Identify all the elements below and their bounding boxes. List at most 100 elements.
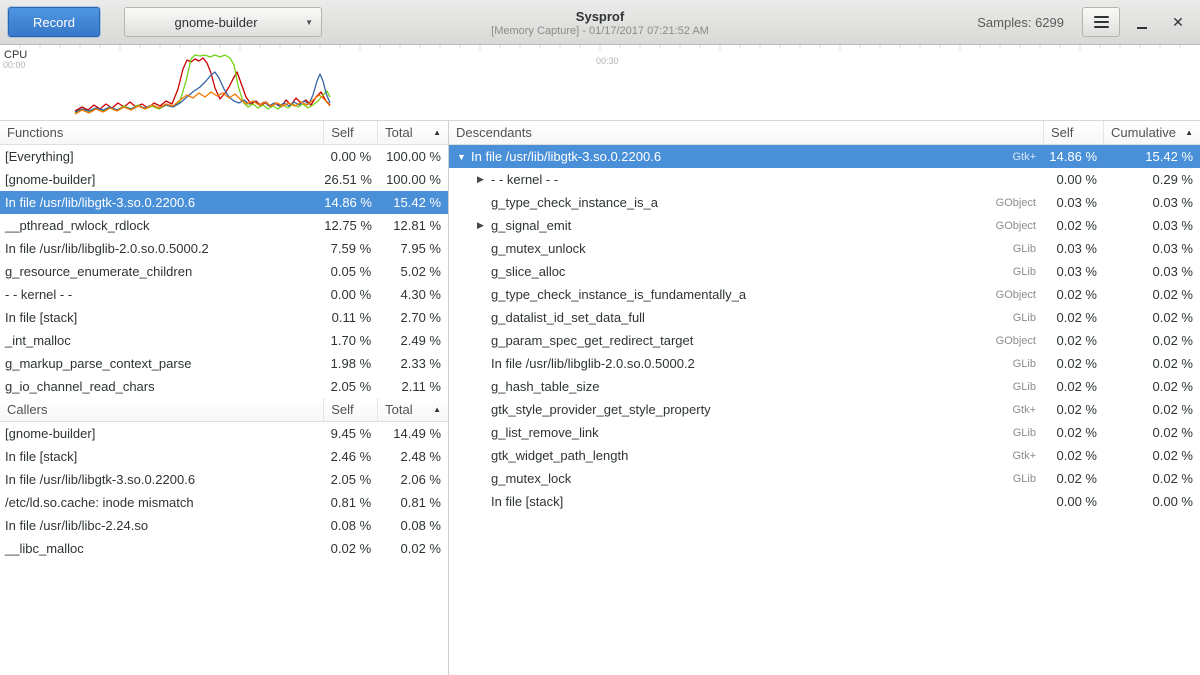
functions-column-header[interactable]: Functions — [0, 121, 324, 144]
table-row[interactable]: In file [stack]0.11 %2.70 % — [0, 306, 448, 329]
menu-button[interactable] — [1082, 7, 1120, 37]
table-row[interactable]: g_mutex_unlockGLib0.03 %0.03 % — [449, 237, 1200, 260]
category-label: GLib — [974, 381, 1044, 393]
function-name: gtk_widget_path_length — [491, 448, 628, 463]
table-row[interactable]: gtk_style_provider_get_style_propertyGtk… — [449, 398, 1200, 421]
function-name: __libc_malloc — [0, 541, 324, 556]
callers-total-column-header[interactable]: Total ▲ — [378, 398, 448, 421]
self-value: 1.98 % — [324, 356, 378, 371]
function-name: g_type_check_instance_is_fundamentally_a — [491, 287, 746, 302]
function-name: __pthread_rwlock_rdlock — [0, 218, 324, 233]
table-row[interactable]: g_type_check_instance_is_aGObject0.03 %0… — [449, 191, 1200, 214]
table-row[interactable]: g_markup_parse_context_parse1.98 %2.33 % — [0, 352, 448, 375]
close-button[interactable]: ✕ — [1164, 7, 1192, 37]
table-row[interactable]: In file /usr/lib/libc-2.24.so0.08 %0.08 … — [0, 514, 448, 537]
minimize-button[interactable] — [1128, 7, 1156, 37]
cumulative-value: 0.02 % — [1104, 356, 1200, 371]
category-label: GLib — [974, 243, 1044, 255]
function-name: [gnome-builder] — [0, 172, 324, 187]
table-row[interactable]: g_datalist_id_set_data_fullGLib0.02 %0.0… — [449, 306, 1200, 329]
total-value: 2.49 % — [378, 333, 448, 348]
function-name: In file [stack] — [0, 310, 324, 325]
table-row[interactable]: In file /usr/lib/libglib-2.0.so.0.5000.2… — [0, 237, 448, 260]
table-row[interactable]: ▶- - kernel - -0.00 %0.29 % — [449, 168, 1200, 191]
descendants-cumulative-column-header[interactable]: Cumulative ▲ — [1104, 121, 1200, 144]
category-label: GLib — [974, 266, 1044, 278]
cumulative-value: 0.02 % — [1104, 402, 1200, 417]
record-button[interactable]: Record — [8, 7, 100, 37]
functions-self-column-header[interactable]: Self — [324, 121, 378, 144]
table-row[interactable]: g_type_check_instance_is_fundamentally_a… — [449, 283, 1200, 306]
function-name: g_param_spec_get_redirect_target — [491, 333, 693, 348]
function-name: g_io_channel_read_chars — [0, 379, 324, 394]
functions-total-column-header[interactable]: Total ▲ — [378, 121, 448, 144]
function-name: g_hash_table_size — [491, 379, 599, 394]
function-name-cell: g_list_remove_link — [449, 425, 974, 440]
table-row[interactable]: ▶g_signal_emitGObject0.02 %0.03 % — [449, 214, 1200, 237]
table-row[interactable]: g_slice_allocGLib0.03 %0.03 % — [449, 260, 1200, 283]
callers-self-column-header[interactable]: Self — [324, 398, 378, 421]
self-value: 0.02 % — [1044, 425, 1104, 440]
table-row[interactable]: In file /usr/lib/libglib-2.0.so.0.5000.2… — [449, 352, 1200, 375]
function-name: In file /usr/lib/libglib-2.0.so.0.5000.2 — [0, 241, 324, 256]
cumulative-value: 0.03 % — [1104, 241, 1200, 256]
descendants-column-header[interactable]: Descendants — [449, 121, 1044, 144]
table-row[interactable]: In file /usr/lib/libgtk-3.so.0.2200.614.… — [0, 191, 448, 214]
function-name: g_markup_parse_context_parse — [0, 356, 324, 371]
self-value: 14.86 % — [1044, 149, 1104, 164]
function-name: gtk_style_provider_get_style_property — [491, 402, 711, 417]
expander-closed-icon[interactable]: ▶ — [477, 220, 491, 231]
function-name-cell: gtk_widget_path_length — [449, 448, 974, 463]
cumulative-value: 0.03 % — [1104, 218, 1200, 233]
table-row[interactable]: In file /usr/lib/libgtk-3.so.0.2200.62.0… — [0, 468, 448, 491]
total-value: 5.02 % — [378, 264, 448, 279]
total-value: 0.02 % — [378, 541, 448, 556]
table-row[interactable]: g_list_remove_linkGLib0.02 %0.02 % — [449, 421, 1200, 444]
category-label: GLib — [974, 312, 1044, 324]
table-row[interactable]: In file [stack]0.00 %0.00 % — [449, 490, 1200, 513]
table-row[interactable]: - - kernel - -0.00 %4.30 % — [0, 283, 448, 306]
table-row[interactable]: _int_malloc1.70 %2.49 % — [0, 329, 448, 352]
function-name-cell: In file /usr/lib/libglib-2.0.so.0.5000.2 — [449, 356, 974, 371]
table-row[interactable]: In file [stack]2.46 %2.48 % — [0, 445, 448, 468]
category-label: GObject — [974, 197, 1044, 209]
table-row[interactable]: [Everything]0.00 %100.00 % — [0, 145, 448, 168]
hamburger-icon — [1094, 16, 1109, 18]
category-label: GLib — [974, 473, 1044, 485]
table-row[interactable]: gtk_widget_path_lengthGtk+0.02 %0.02 % — [449, 444, 1200, 467]
process-selector-dropdown[interactable]: gnome-builder ▼ — [124, 7, 322, 37]
table-row[interactable]: /etc/ld.so.cache: inode mismatch0.81 %0.… — [0, 491, 448, 514]
cumulative-value: 0.02 % — [1104, 287, 1200, 302]
function-name: In file /usr/lib/libc-2.24.so — [0, 518, 324, 533]
table-row[interactable]: [gnome-builder]26.51 %100.00 % — [0, 168, 448, 191]
function-name-cell: g_datalist_id_set_data_full — [449, 310, 974, 325]
table-row[interactable]: ▼In file /usr/lib/libgtk-3.so.0.2200.6Gt… — [449, 145, 1200, 168]
self-value: 0.00 % — [1044, 494, 1104, 509]
descendants-self-column-header[interactable]: Self — [1044, 121, 1104, 144]
category-label: GObject — [974, 289, 1044, 301]
table-row[interactable]: __pthread_rwlock_rdlock12.75 %12.81 % — [0, 214, 448, 237]
table-row[interactable]: g_resource_enumerate_children0.05 %5.02 … — [0, 260, 448, 283]
cumulative-value: 0.02 % — [1104, 310, 1200, 325]
table-row[interactable]: [gnome-builder]9.45 %14.49 % — [0, 422, 448, 445]
callers-table: [gnome-builder]9.45 %14.49 %In file [sta… — [0, 422, 448, 560]
function-name: [gnome-builder] — [0, 426, 324, 441]
table-row[interactable]: g_param_spec_get_redirect_targetGObject0… — [449, 329, 1200, 352]
table-row[interactable]: g_mutex_lockGLib0.02 %0.02 % — [449, 467, 1200, 490]
expander-closed-icon[interactable]: ▶ — [477, 174, 491, 185]
total-value: 2.11 % — [378, 379, 448, 394]
category-label: GLib — [974, 358, 1044, 370]
functions-table-header: Functions Self Total ▲ — [0, 121, 448, 145]
function-name: - - kernel - - — [0, 287, 324, 302]
cumulative-value: 0.02 % — [1104, 471, 1200, 486]
chevron-down-icon: ▼ — [305, 18, 313, 27]
callers-column-header[interactable]: Callers — [0, 398, 324, 421]
self-value: 0.02 % — [1044, 448, 1104, 463]
table-row[interactable]: g_hash_table_sizeGLib0.02 %0.02 % — [449, 375, 1200, 398]
self-value: 0.03 % — [1044, 195, 1104, 210]
function-name-cell: g_type_check_instance_is_fundamentally_a — [449, 287, 974, 302]
expander-open-icon[interactable]: ▼ — [457, 152, 471, 162]
table-row[interactable]: __libc_malloc0.02 %0.02 % — [0, 537, 448, 560]
table-row[interactable]: g_io_channel_read_chars2.05 %2.11 % — [0, 375, 448, 398]
total-value: 2.48 % — [378, 449, 448, 464]
